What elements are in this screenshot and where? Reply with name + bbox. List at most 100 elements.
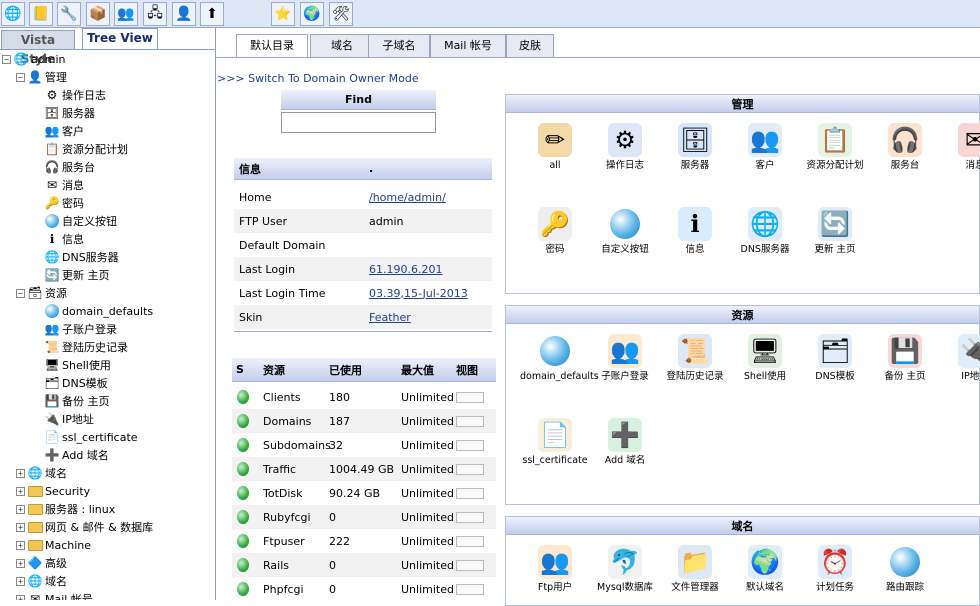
tab-subdomains[interactable]: 子域名 xyxy=(368,34,430,57)
tab-default-directory[interactable]: 默认目录 xyxy=(236,34,308,58)
tree-node-manage[interactable]: − 👤 管理 xyxy=(16,68,67,86)
collapse-icon[interactable]: − xyxy=(16,72,25,82)
tools-icon[interactable]: 🛠 xyxy=(329,2,353,26)
tree-node-root[interactable]: + 服务器 : linux xyxy=(16,500,115,518)
panel-item[interactable]: ➕ Add 域名 xyxy=(590,418,660,466)
tab-domains[interactable]: 域名 xyxy=(310,34,374,57)
tree-item[interactable]: ⚙ 操作日志 xyxy=(44,86,106,104)
find-input[interactable] xyxy=(281,112,436,133)
tree-item[interactable]: 🗂 DNS模板 xyxy=(44,374,107,392)
tree-item[interactable]: 👥 客户 xyxy=(44,122,84,140)
last-login-time-link[interactable]: 03.39,15-Jul-2013 xyxy=(364,287,468,300)
panel-item[interactable]: ⚙ 操作日志 xyxy=(590,123,660,171)
expand-icon[interactable]: + xyxy=(16,558,25,568)
expand-icon[interactable]: + xyxy=(16,522,25,532)
users-icon[interactable]: 👥 xyxy=(114,2,138,26)
panel-item[interactable]: 👥 子账户登录 xyxy=(590,334,660,382)
panel-item[interactable]: 🖥 Shell使用 xyxy=(730,334,800,382)
tree-item[interactable]: 🗄 服务器 xyxy=(44,104,95,122)
panel-item[interactable]: 📋 资源分配计划 xyxy=(800,123,870,171)
tree-item[interactable]: 💾 备份 主页 xyxy=(44,392,110,410)
helpdesk-icon: 🎧 xyxy=(44,160,60,174)
tree-item[interactable]: 📄 ssl_certificate xyxy=(44,428,138,446)
folder-icon xyxy=(27,537,43,553)
tab-tree-view[interactable]: Tree View xyxy=(82,28,158,50)
last-login-link[interactable]: 61.190.6.201 xyxy=(364,263,442,276)
tree-item[interactable]: ℹ 信息 xyxy=(44,230,84,248)
panel-item[interactable]: ✉ 消息 xyxy=(940,123,980,171)
tree-node-root[interactable]: + 🔷 高级 xyxy=(16,554,67,572)
panel-item[interactable]: 🌐 DNS服务器 xyxy=(730,207,800,255)
panel-item[interactable]: 💾 备份 主页 xyxy=(870,334,940,382)
panel-item[interactable]: 🌍 默认域名 xyxy=(730,545,800,593)
panel-item[interactable]: 👥 客户 xyxy=(730,123,800,171)
panel-item[interactable]: 路由跟踪 xyxy=(870,545,940,593)
panel-item[interactable]: ℹ 信息 xyxy=(660,207,730,255)
panel-item[interactable]: 📁 文件管理器 xyxy=(660,545,730,593)
tree-node-root[interactable]: + 🌐 域名 xyxy=(16,464,67,482)
tree-item[interactable]: 自定义按钮 xyxy=(44,212,117,230)
tab-mail-accounts[interactable]: Mail 帐号 xyxy=(430,34,506,57)
tree-item[interactable]: 🎧 服务台 xyxy=(44,158,95,176)
panel-item[interactable]: 🔑 密码 xyxy=(520,207,590,255)
tree-node-root[interactable]: + 🌐 域名 xyxy=(16,572,67,590)
panel-item[interactable]: ⏰ 计划任务 xyxy=(800,545,870,593)
panel-item[interactable]: 自定义按钮 xyxy=(590,207,660,255)
tree-item[interactable]: 🔌 IP地址 xyxy=(44,410,94,428)
tree-item[interactable]: ➕ Add 域名 xyxy=(44,446,109,464)
tree-node-root[interactable]: + Machine xyxy=(16,536,91,554)
person-icon[interactable]: 👤 xyxy=(172,2,196,26)
panel-item[interactable]: 🗄 服务器 xyxy=(660,123,730,171)
collapse-icon[interactable]: − xyxy=(2,54,11,64)
tree-item[interactable]: 👥 子账户登录 xyxy=(44,320,117,338)
expand-icon[interactable]: + xyxy=(16,504,25,514)
panel-item[interactable]: 📄 ssl_certificate xyxy=(520,418,590,466)
expand-icon[interactable]: + xyxy=(16,594,25,600)
expand-icon[interactable]: + xyxy=(16,540,25,550)
expand-icon[interactable]: + xyxy=(16,468,25,478)
skin-link[interactable]: Feather xyxy=(364,311,411,324)
tab-vista-style[interactable]: Vista Style xyxy=(1,30,75,66)
panel-item[interactable]: 👥 Ftp用户 xyxy=(520,545,590,593)
panel-item[interactable]: 🔄 更新 主页 xyxy=(800,207,870,255)
switch-owner-mode-link[interactable]: >>> Switch To Domain Owner Mode xyxy=(217,72,419,85)
tree-item[interactable]: 🔑 密码 xyxy=(44,194,84,212)
tree-item[interactable]: domain_defaults xyxy=(44,302,153,320)
earth-icon[interactable]: 🌍 xyxy=(300,2,324,26)
tree-label: 域名 xyxy=(45,575,67,588)
panel-item[interactable]: ✏ all xyxy=(520,123,590,171)
cube-icon[interactable]: 📦 xyxy=(86,2,110,26)
tree-item[interactable]: 📋 资源分配计划 xyxy=(44,140,128,158)
backup-icon: 💾 xyxy=(44,394,60,408)
key-icon: 🔑 xyxy=(44,196,60,210)
tree-item[interactable]: 📜 登陆历史记录 xyxy=(44,338,128,356)
upload-icon[interactable]: ⬆ xyxy=(200,2,224,26)
ip-icon: 🔌 xyxy=(44,412,60,426)
panel-item[interactable]: 🐬 Mysql数据库 xyxy=(590,545,660,593)
tree-node-root[interactable]: + 网页 & 邮件 & 数据库 xyxy=(16,518,153,536)
tree-node-admin[interactable]: − 🌐 admin xyxy=(2,50,65,68)
tree-item[interactable]: 🔄 更新 主页 xyxy=(44,266,110,284)
wrench-icon[interactable]: 🔧 xyxy=(57,2,81,26)
tab-skin[interactable]: 皮肤 xyxy=(506,34,554,57)
tree-item[interactable]: ✉ 消息 xyxy=(44,176,84,194)
home-link[interactable]: /home/admin/ xyxy=(364,191,446,204)
panel-item[interactable]: 🗂 DNS模板 xyxy=(800,334,870,382)
panel-item[interactable]: 🔌 IP地址 xyxy=(940,334,980,382)
tree-node-root[interactable]: + ✉ Mail 帐号 xyxy=(16,590,93,600)
panel-item[interactable]: 📜 登陆历史记录 xyxy=(660,334,730,382)
globe-person-icon[interactable]: 🌐 xyxy=(1,2,25,26)
expand-icon[interactable]: + xyxy=(16,486,25,496)
collapse-icon[interactable]: − xyxy=(16,288,25,298)
notebook-icon[interactable]: 📒 xyxy=(29,2,53,26)
tree-item[interactable]: 🌐 DNS服务器 xyxy=(44,248,119,266)
panel-item[interactable]: 🎧 服务台 xyxy=(870,123,940,171)
tree-node-resources[interactable]: − 🗃 资源 xyxy=(16,284,67,302)
expand-icon[interactable]: + xyxy=(16,576,25,586)
panel-item[interactable]: domain_defaults xyxy=(520,334,599,382)
network-icon[interactable]: 🖧 xyxy=(143,2,167,26)
tree-node-root[interactable]: + Security xyxy=(16,482,90,500)
star-icon[interactable]: ⭐ xyxy=(271,2,295,26)
status-icon xyxy=(232,558,257,572)
tree-item[interactable]: 🖥 Shell使用 xyxy=(44,356,110,374)
